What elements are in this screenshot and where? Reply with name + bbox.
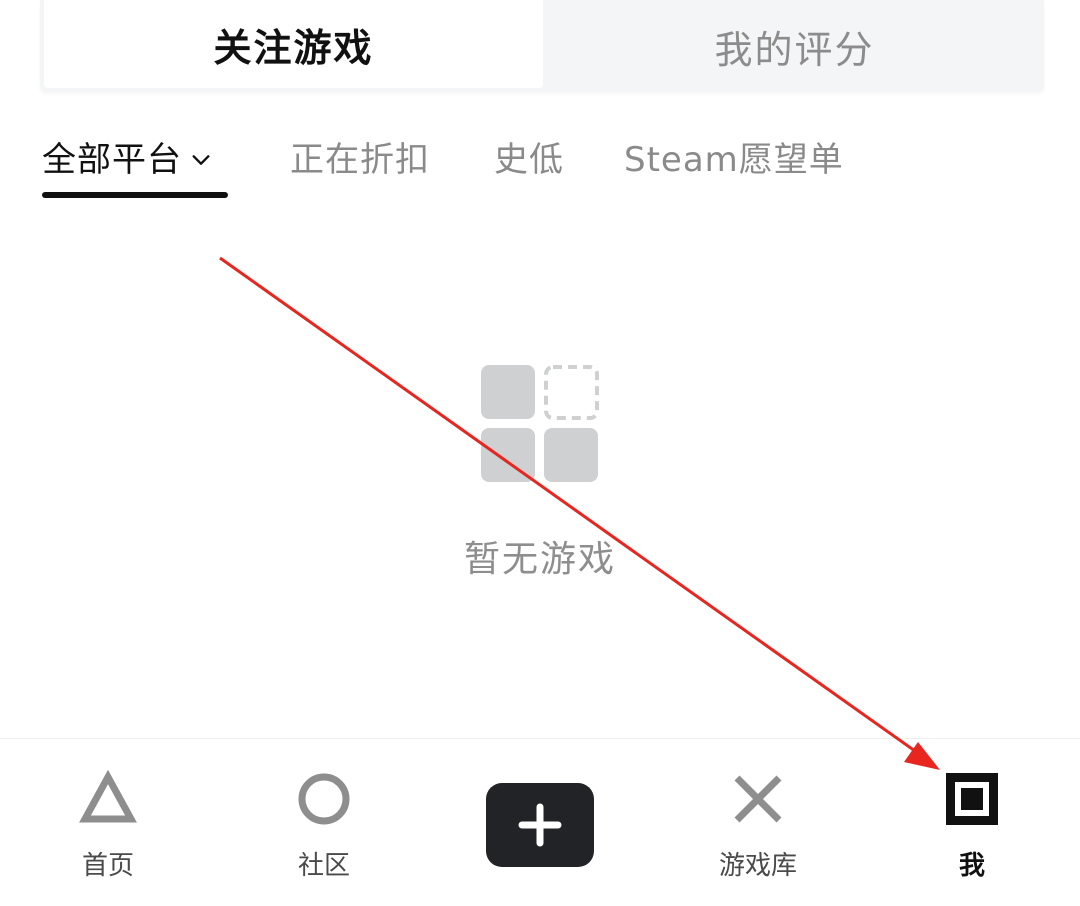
nav-home-label: 首页	[81, 851, 134, 881]
grid-placeholder-icon	[481, 365, 599, 482]
filter-all-platforms[interactable]: 全部平台	[42, 132, 212, 181]
nav-community-label: 社区	[297, 851, 350, 881]
filter-historical-low[interactable]: 史低	[494, 132, 564, 181]
active-filter-indicator	[42, 192, 228, 198]
square-icon	[946, 773, 998, 825]
nav-game-library-label: 游戏库	[718, 851, 797, 881]
plus-icon	[518, 803, 562, 847]
empty-state-text: 暂无游戏	[463, 539, 616, 580]
filter-bar: 全部平台 正在折扣 史低 Steam愿望单	[42, 118, 1042, 208]
triangle-icon	[79, 769, 137, 823]
nav-community[interactable]: 社区	[244, 739, 404, 906]
nav-home[interactable]: 首页	[28, 739, 188, 906]
chevron-down-icon	[192, 154, 210, 165]
tab-my-ratings[interactable]: 我的评分	[545, 0, 1044, 92]
nav-game-library[interactable]: 游戏库	[678, 739, 838, 906]
filter-steam-wishlist[interactable]: Steam愿望单	[624, 132, 844, 181]
bottom-navigation: 首页 社区 游戏库 我	[0, 738, 1080, 906]
filter-all-platforms-label: 全部平台	[42, 140, 182, 180]
nav-me[interactable]: 我	[892, 739, 1052, 906]
cross-icon	[734, 775, 782, 823]
tab-followed-games[interactable]: 关注游戏	[44, 0, 543, 88]
nav-me-label: 我	[958, 851, 985, 881]
filter-on-sale[interactable]: 正在折扣	[290, 132, 430, 181]
circle-icon	[298, 773, 350, 825]
segmented-tab-bar: 关注游戏 我的评分	[40, 0, 1044, 92]
add-button[interactable]	[486, 783, 594, 867]
game-follow-page: 关注游戏 我的评分 全部平台 正在折扣 史低 Steam愿望单 暂无游戏 首页	[0, 0, 1080, 906]
